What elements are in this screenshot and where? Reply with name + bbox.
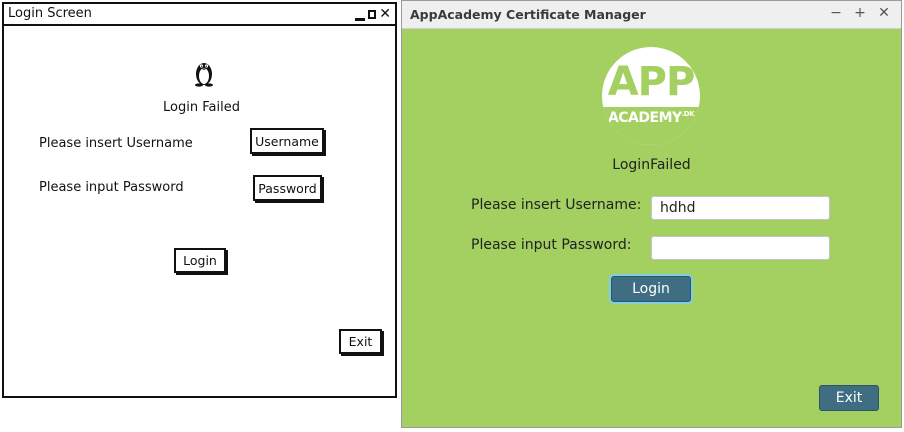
- wireframe-exit-button[interactable]: Exit: [339, 329, 382, 354]
- exit-button[interactable]: Exit: [819, 385, 879, 411]
- wireframe-titlebar: Login Screen ✕: [4, 4, 395, 26]
- close-icon[interactable]: ✕: [877, 5, 891, 21]
- app-window-controls: − + ✕: [829, 5, 891, 21]
- linux-penguin-icon: [195, 63, 213, 87]
- wireframe-username-label: Please insert Username: [39, 136, 193, 151]
- wireframe-password-label: Please input Password: [39, 180, 184, 195]
- maximize-icon[interactable]: +: [853, 5, 867, 21]
- wireframe-password-field[interactable]: Password: [253, 175, 322, 201]
- logo-academy-word: ACADEMY: [607, 110, 682, 126]
- logo-app-text: APP: [607, 59, 696, 105]
- password-input[interactable]: [651, 236, 830, 260]
- login-button[interactable]: Login: [611, 276, 691, 302]
- minimize-icon[interactable]: [355, 17, 366, 21]
- app-title: AppAcademy Certificate Manager: [410, 7, 646, 22]
- minimize-icon[interactable]: −: [829, 5, 843, 21]
- wireframe-window: Login Screen ✕ Login Failed Please inser…: [2, 2, 397, 398]
- password-label: Please input Password:: [471, 237, 632, 253]
- app-window: AppAcademy Certificate Manager − + ✕ APP…: [401, 0, 902, 428]
- wireframe-login-button[interactable]: Login: [174, 248, 226, 273]
- wireframe-title: Login Screen: [8, 6, 92, 21]
- appacademy-logo: APP ACADEMY.DK: [602, 47, 700, 145]
- logo-academy-text: ACADEMY.DK: [602, 110, 700, 126]
- username-input[interactable]: [651, 196, 830, 220]
- maximize-icon[interactable]: [368, 9, 377, 19]
- app-titlebar: AppAcademy Certificate Manager − + ✕: [402, 1, 901, 29]
- login-status-text: LoginFailed: [612, 157, 691, 173]
- wireframe-status-text: Login Failed: [163, 100, 240, 115]
- close-icon[interactable]: ✕: [379, 7, 391, 21]
- wireframe-window-controls: ✕: [355, 5, 391, 23]
- username-label: Please insert Username:: [471, 197, 642, 213]
- logo-suffix: .DK: [681, 110, 695, 118]
- wireframe-username-field[interactable]: Username: [250, 128, 324, 154]
